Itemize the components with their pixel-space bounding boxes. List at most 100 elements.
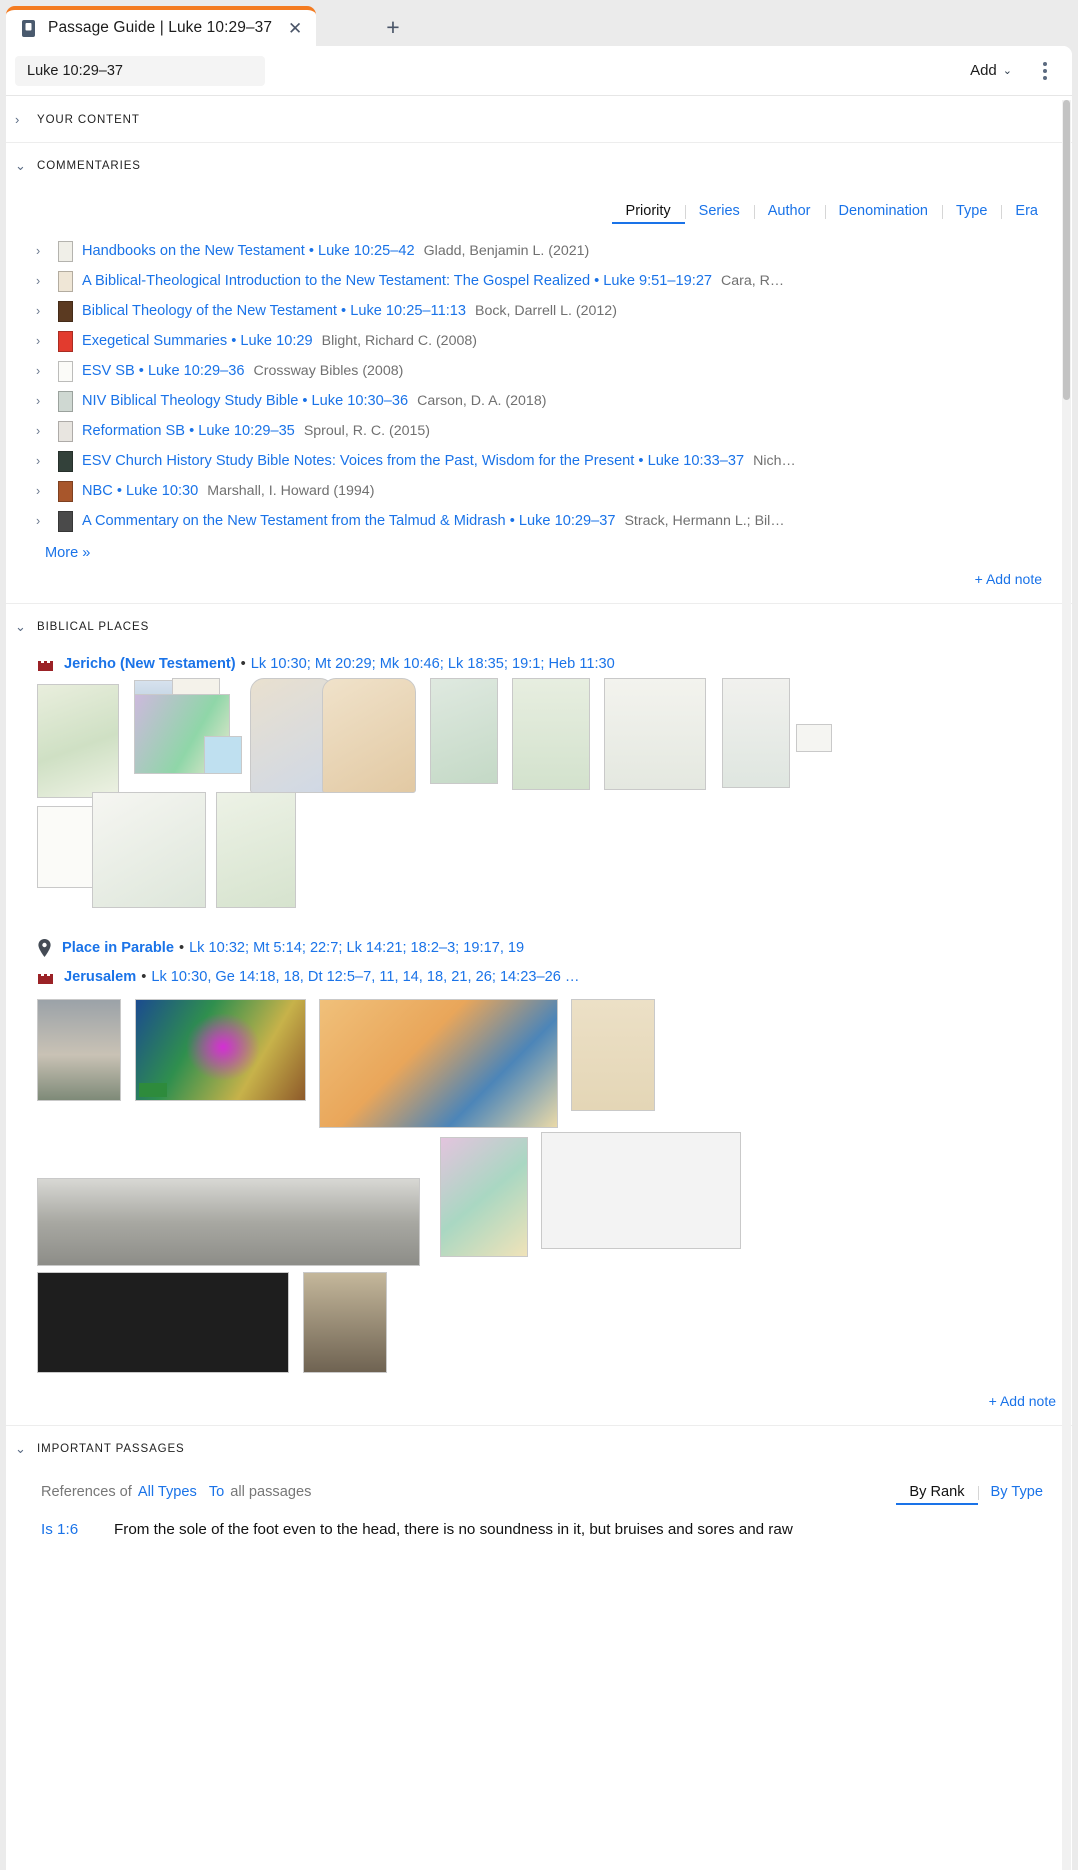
commentary-filter-priority[interactable]: Priority — [611, 203, 685, 224]
map-thumbnail[interactable] — [216, 792, 296, 908]
commentary-filter-denomination[interactable]: Denomination — [824, 203, 942, 219]
browser-tab-passage-guide[interactable]: Passage Guide | Luke 10:29–37 ✕ — [6, 6, 317, 46]
commentary-author: Bock, Darrell L. (2012) — [474, 303, 617, 319]
commentary-filter-author[interactable]: Author — [753, 203, 825, 219]
place-name[interactable]: Place in Parable — [62, 940, 174, 956]
commentary-author: Marshall, I. Howard (1994) — [207, 483, 375, 499]
commentary-title[interactable]: ESV SB • Luke 10:29–36 — [82, 363, 245, 379]
chevron-down-icon[interactable]: ⌄ — [15, 158, 37, 174]
photo-thumbnail[interactable] — [303, 1272, 387, 1373]
map-thumbnail[interactable] — [604, 678, 706, 790]
commentary-row[interactable]: › Exegetical Summaries • Luke 10:29 Blight… — [6, 326, 1058, 356]
infographic-thumbnail[interactable] — [541, 1132, 741, 1249]
commentary-title[interactable]: NIV Biblical Theology Study Bible • Luke… — [82, 393, 408, 409]
important-passages-filter: References of All Types To all passages … — [6, 1472, 1072, 1515]
chevron-right-icon[interactable]: › — [36, 364, 58, 378]
photo-thumbnail[interactable] — [37, 999, 121, 1101]
commentary-filter-type[interactable]: Type — [941, 203, 1001, 219]
commentary-title[interactable]: Biblical Theology of the New Testament •… — [82, 303, 466, 319]
map-thumbnail[interactable] — [430, 678, 498, 784]
chevron-right-icon[interactable]: › — [36, 334, 58, 348]
reference-input[interactable]: Luke 10:29–37 — [15, 55, 265, 86]
vertical-scrollbar[interactable] — [1062, 100, 1071, 1870]
main-panel: Luke 10:29–37 Add ⌄ › YOUR CONTENT ⌄ COM… — [6, 46, 1072, 1870]
map-thumbnail[interactable] — [571, 999, 655, 1111]
chevron-right-icon[interactable]: › — [36, 394, 58, 408]
commentary-row[interactable]: › A Biblical-Theological Introduction to … — [6, 266, 1058, 296]
commentary-title[interactable]: NBC • Luke 10:30 — [82, 483, 198, 499]
commentary-row[interactable]: › ESV SB • Luke 10:29–36 Crossway Bibles (… — [6, 356, 1058, 386]
commentary-row[interactable]: › ESV Church History Study Bible Notes: V… — [6, 446, 1058, 476]
chevron-right-icon[interactable]: › — [36, 484, 58, 498]
stereograph-thumbnail[interactable] — [37, 1272, 289, 1373]
jerusalem-image-gallery — [6, 991, 1072, 1389]
add-button[interactable]: Add ⌄ — [964, 58, 1018, 83]
map-thumbnail[interactable] — [722, 678, 790, 788]
map-thumbnail[interactable] — [796, 724, 832, 752]
commentary-row[interactable]: › Handbooks on the New Testament • Luke 1… — [6, 236, 1058, 266]
book-cover-thumbnail — [58, 240, 73, 262]
kebab-menu-icon[interactable] — [1032, 58, 1058, 84]
commentary-author: Strack, Hermann L.; Bil… — [624, 513, 785, 529]
passage-reference[interactable]: Is 1:6 — [41, 1520, 114, 1541]
chevron-right-icon[interactable]: › — [36, 424, 58, 438]
map-thumbnail[interactable] — [322, 678, 416, 793]
all-types-link[interactable]: All Types — [138, 1484, 197, 1500]
chevron-right-icon[interactable]: › — [36, 304, 58, 318]
section-commentaries[interactable]: ⌄ COMMENTARIES — [6, 143, 1072, 189]
book-cover-thumbnail — [58, 330, 73, 352]
commentary-title[interactable]: A Biblical-Theological Introduction to t… — [82, 273, 712, 289]
commentary-title[interactable]: Exegetical Summaries • Luke 10:29 — [82, 333, 313, 349]
new-tab-icon[interactable]: + — [378, 12, 408, 42]
scrollbar-thumb[interactable] — [1063, 100, 1070, 400]
map-pin-icon — [37, 939, 52, 957]
map-thumbnail[interactable] — [92, 792, 206, 908]
section-important-passages[interactable]: ⌄ IMPORTANT PASSAGES — [6, 1426, 1072, 1472]
jericho-image-gallery — [6, 678, 1072, 933]
add-note-link[interactable]: + Add note — [989, 1393, 1056, 1409]
place-references[interactable]: Lk 10:30; Mt 20:29; Mk 10:46; Lk 18:35; … — [251, 656, 615, 672]
commentary-row[interactable]: › Reformation SB • Luke 10:29–35 Sproul, R… — [6, 416, 1058, 446]
chevron-right-icon[interactable]: › — [36, 514, 58, 528]
commentary-row[interactable]: › A Commentary on the New Testament from … — [6, 506, 1058, 536]
chevron-right-icon[interactable]: › — [36, 274, 58, 288]
photo-thumbnail[interactable] — [37, 1178, 420, 1266]
map-thumbnail[interactable] — [204, 736, 242, 774]
sort-by-type[interactable]: By Type — [977, 1484, 1056, 1500]
commentary-row[interactable]: › NBC • Luke 10:30 Marshall, I. Howard (19… — [6, 476, 1058, 506]
add-note-link[interactable]: + Add note — [975, 571, 1042, 587]
place-name[interactable]: Jerusalem — [64, 969, 136, 985]
map-thumbnail[interactable] — [319, 999, 558, 1128]
sort-by-rank[interactable]: By Rank — [896, 1484, 978, 1505]
commentary-author: Blight, Richard C. (2008) — [321, 333, 477, 349]
commentaries-more-link[interactable]: More » — [6, 536, 90, 567]
place-references[interactable]: Lk 10:32; Mt 5:14; 22:7; Lk 14:21; 18:2–… — [189, 940, 524, 956]
place-references[interactable]: Lk 10:30, Ge 14:18, 18, Dt 12:5–7, 11, 1… — [151, 969, 579, 985]
commentary-title[interactable]: Reformation SB • Luke 10:29–35 — [82, 423, 295, 439]
chevron-right-icon[interactable]: › — [36, 454, 58, 468]
place-name[interactable]: Jericho (New Testament) — [64, 656, 236, 672]
to-link[interactable]: To — [209, 1484, 224, 1500]
map-thumbnail[interactable] — [37, 684, 119, 798]
commentary-filter-era[interactable]: Era — [1001, 203, 1052, 219]
section-biblical-places[interactable]: ⌄ BIBLICAL PLACES — [6, 604, 1072, 650]
chevron-right-icon[interactable]: › — [36, 244, 58, 258]
chevron-down-icon[interactable]: ⌄ — [15, 619, 37, 635]
commentary-title[interactable]: Handbooks on the New Testament • Luke 10… — [82, 243, 415, 259]
commentary-row[interactable]: › Biblical Theology of the New Testament … — [6, 296, 1058, 326]
chevron-right-icon[interactable]: › — [15, 112, 37, 127]
add-button-label: Add — [970, 62, 997, 79]
place-row-jerusalem: Jerusalem • Lk 10:30, Ge 14:18, 18, Dt 1… — [6, 963, 1072, 991]
section-title-important-passages: IMPORTANT PASSAGES — [37, 1443, 185, 1455]
commentary-filter-series[interactable]: Series — [684, 203, 754, 219]
book-cover-thumbnail — [58, 510, 73, 532]
section-your-content[interactable]: › YOUR CONTENT — [6, 97, 1072, 143]
chevron-down-icon[interactable]: ⌄ — [15, 1441, 37, 1457]
commentary-title[interactable]: ESV Church History Study Bible Notes: Vo… — [82, 453, 744, 469]
commentary-list: › Handbooks on the New Testament • Luke 1… — [6, 234, 1058, 536]
commentary-title[interactable]: A Commentary on the New Testament from t… — [82, 513, 615, 529]
close-icon[interactable]: ✕ — [286, 19, 304, 37]
map-thumbnail[interactable] — [512, 678, 590, 790]
commentary-row[interactable]: › NIV Biblical Theology Study Bible • Luk… — [6, 386, 1058, 416]
map-thumbnail[interactable] — [440, 1137, 528, 1257]
